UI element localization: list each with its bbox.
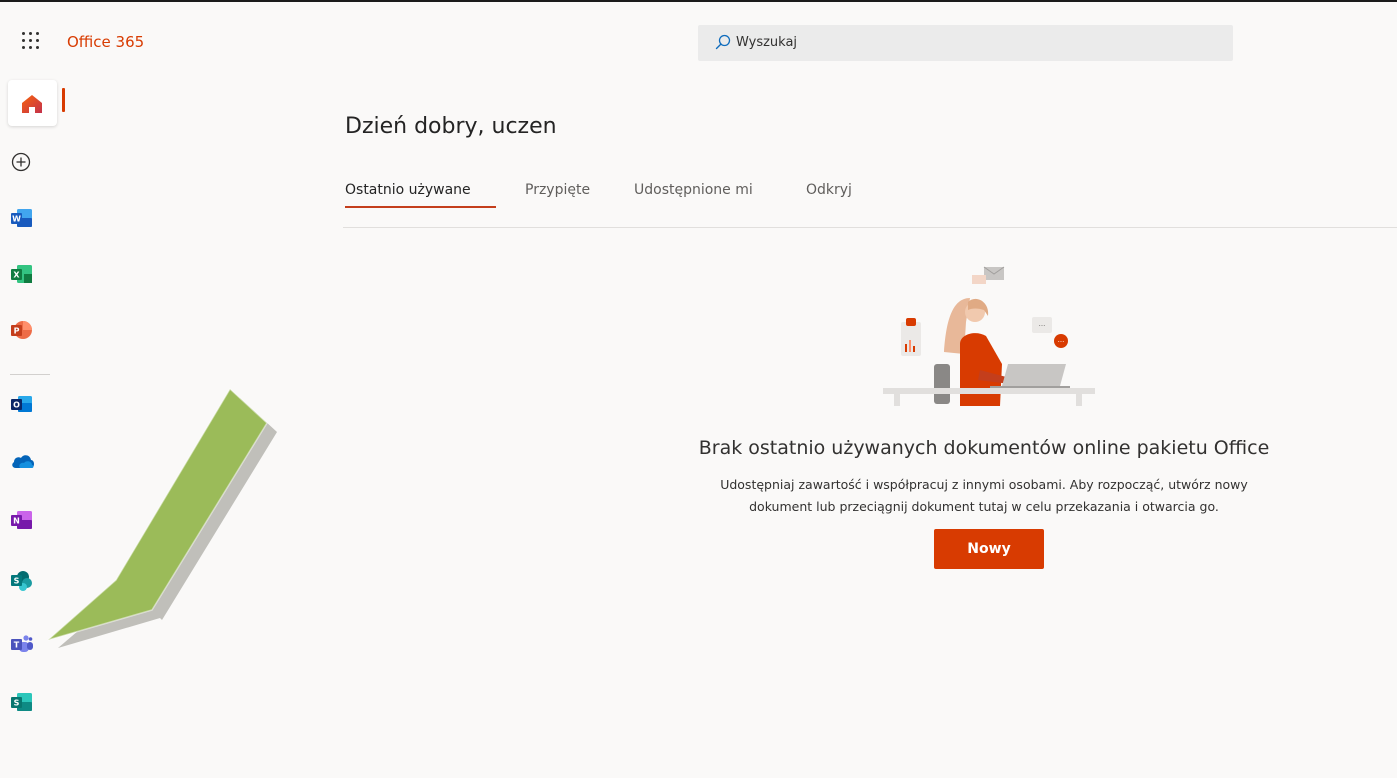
annotation-arrow <box>47 387 277 648</box>
search-icon <box>715 34 731 50</box>
active-tab-underline <box>345 206 496 208</box>
rail-item-excel[interactable]: X <box>11 264 37 290</box>
empty-state-illustration: ··· ··· <box>883 266 1095 406</box>
svg-text:P: P <box>14 327 20 336</box>
svg-text:···: ··· <box>1039 322 1046 330</box>
rail-item-outlook[interactable]: O <box>11 394 37 420</box>
search-box[interactable]: Wyszukaj <box>698 25 1233 61</box>
app-rail: W X P O N S T S <box>0 74 70 778</box>
create-icon <box>11 152 31 172</box>
rail-item-onedrive[interactable] <box>11 452 37 478</box>
sway-icon: S <box>11 693 32 711</box>
outlook-icon: O <box>11 396 32 412</box>
excel-icon: X <box>11 265 32 283</box>
empty-state-description-line1: Udostępniaj zawartość i współpracuj z in… <box>720 477 1248 492</box>
home-icon <box>22 95 42 113</box>
rail-item-home[interactable] <box>8 80 57 126</box>
empty-state-title: Brak ostatnio używanych dokumentów onlin… <box>698 437 1270 459</box>
tab-discover[interactable]: Odkryj <box>806 182 852 198</box>
tab-recent[interactable]: Ostatnio używane <box>345 182 471 198</box>
sharepoint-icon: S <box>11 571 32 591</box>
rail-item-onenote[interactable]: N <box>11 510 37 536</box>
teams-icon: T <box>11 635 33 652</box>
svg-text:X: X <box>13 271 20 280</box>
tabs-divider <box>343 227 1397 228</box>
search-input[interactable]: Wyszukaj <box>736 35 797 50</box>
rail-item-powerpoint[interactable]: P <box>11 320 37 346</box>
active-indicator <box>62 88 65 112</box>
svg-text:N: N <box>13 517 20 526</box>
page-title: Dzień dobry, uczen <box>345 114 557 139</box>
app-launcher-icon[interactable] <box>22 32 42 52</box>
tab-shared[interactable]: Udostępnione mi <box>634 182 753 198</box>
onedrive-icon <box>12 455 34 468</box>
svg-text:···: ··· <box>1058 338 1065 346</box>
rail-item-sway[interactable]: S <box>11 692 37 718</box>
new-document-button[interactable]: Nowy <box>934 529 1044 569</box>
onenote-icon: N <box>11 511 32 529</box>
tab-pinned[interactable]: Przypięte <box>525 182 590 198</box>
svg-text:W: W <box>12 215 21 224</box>
empty-state-description: Udostępniaj zawartość i współpracuj z in… <box>600 474 1368 518</box>
top-bar: Office 365 Wyszukaj <box>0 0 1397 74</box>
svg-text:S: S <box>14 699 20 708</box>
rail-item-word[interactable]: W <box>11 208 37 234</box>
svg-text:T: T <box>14 641 20 650</box>
app-title[interactable]: Office 365 <box>67 33 144 51</box>
rail-item-sharepoint[interactable]: S <box>11 570 37 596</box>
rail-divider <box>10 374 50 375</box>
powerpoint-icon: P <box>11 321 32 339</box>
word-icon: W <box>11 209 32 227</box>
svg-text:S: S <box>14 577 20 586</box>
svg-text:O: O <box>13 401 20 410</box>
rail-item-create[interactable] <box>11 152 37 178</box>
empty-state-description-line2: dokument lub przeciągnij dokument tutaj … <box>749 499 1219 514</box>
rail-item-teams[interactable]: T <box>11 634 37 660</box>
